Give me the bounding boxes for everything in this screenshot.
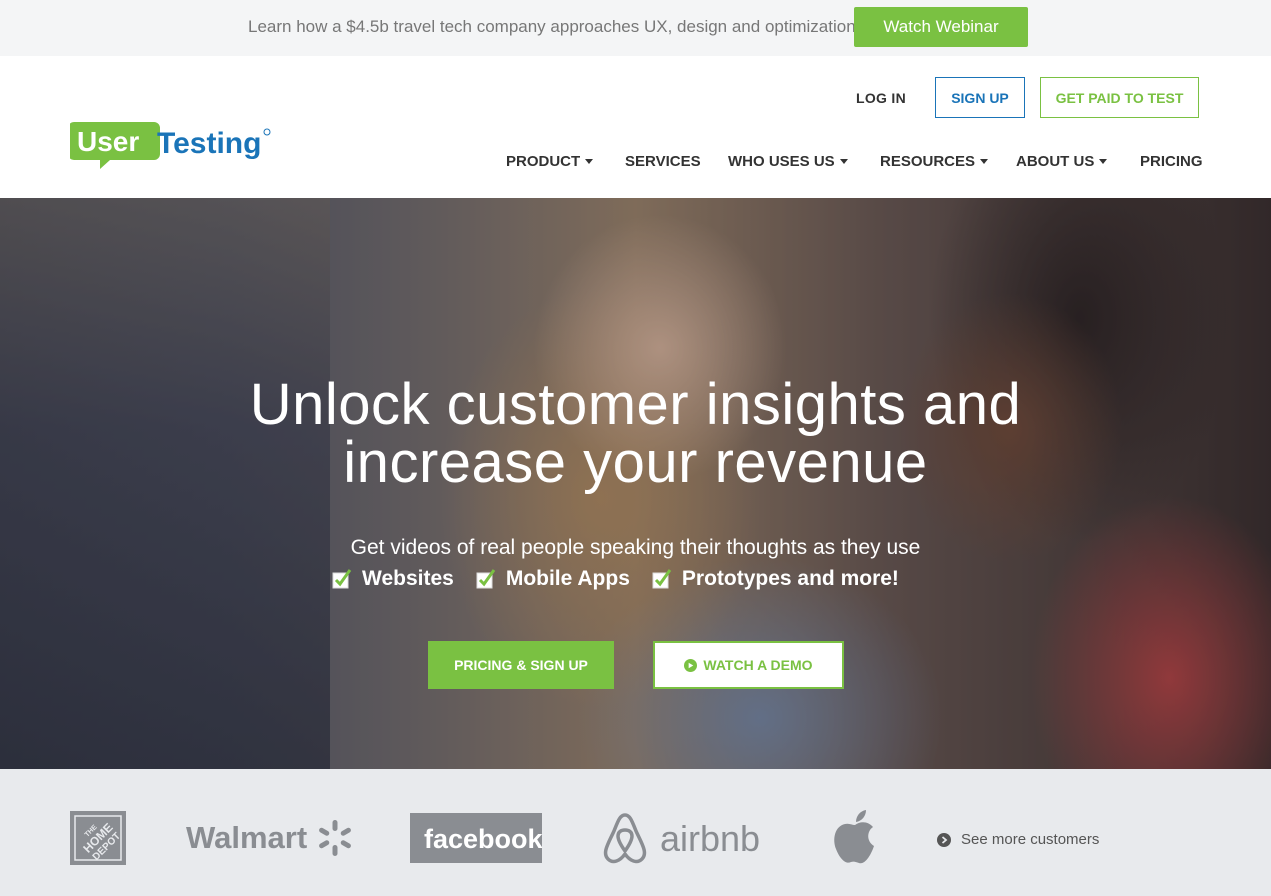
- check-icon: [652, 569, 672, 589]
- nav-pricing[interactable]: PRICING: [1140, 151, 1203, 171]
- caret-down-icon: [1099, 159, 1108, 164]
- airbnb-logo: airbnb: [603, 813, 760, 864]
- nav-about-us[interactable]: ABOUT US: [1016, 151, 1108, 171]
- feature-label: Websites: [362, 567, 454, 590]
- nav-label: PRICING: [1140, 152, 1203, 170]
- nav-label: ABOUT US: [1016, 152, 1095, 170]
- hero-feature-list: Websites Mobile Apps Prototypes and more…: [332, 564, 921, 594]
- nav-product[interactable]: PRODUCT: [506, 151, 594, 171]
- apple-logo: [834, 810, 874, 864]
- watch-webinar-button[interactable]: Watch Webinar: [854, 7, 1028, 47]
- apple-icon: [834, 810, 874, 864]
- svg-text:facebook: facebook: [424, 824, 542, 854]
- nav-label: SERVICES: [625, 152, 701, 170]
- nav-resources[interactable]: RESOURCES: [880, 151, 989, 171]
- svg-text:airbnb: airbnb: [660, 818, 760, 859]
- feature-websites: Websites: [332, 567, 454, 591]
- watch-demo-label: WATCH A DEMO: [703, 657, 813, 673]
- hero-subtitle: Get videos of real people speaking their…: [350, 536, 921, 559]
- watch-demo-button[interactable]: WATCH A DEMO: [653, 641, 844, 689]
- nav-label: WHO USES US: [728, 152, 835, 170]
- customers-strip: THE HOME DEPOT Walmart facebook airbnb S…: [0, 769, 1271, 896]
- nav-who-uses-us[interactable]: WHO USES US: [728, 151, 848, 171]
- signup-button[interactable]: SIGN UP: [935, 77, 1025, 118]
- announcement-bar: Learn how a $4.5b travel tech company ap…: [0, 0, 1271, 56]
- feature-label: Prototypes and more!: [681, 567, 899, 590]
- hero-title-line2: increase your revenue: [343, 430, 928, 495]
- see-more-customers-link[interactable]: See more customers: [937, 831, 1099, 848]
- check-icon: [476, 569, 496, 589]
- svg-text:User: User: [77, 126, 139, 157]
- announcement-text: Learn how a $4.5b travel tech company ap…: [248, 17, 856, 36]
- see-more-label: See more customers: [961, 831, 1100, 848]
- hero-section: Unlock customer insights and increase yo…: [0, 198, 1271, 769]
- facebook-logo: facebook: [410, 813, 542, 863]
- feature-label: Mobile Apps: [505, 567, 630, 590]
- check-icon: [332, 569, 352, 589]
- hero-title-line1: Unlock customer insights and: [249, 372, 1022, 437]
- feature-prototypes: Prototypes and more!: [652, 567, 899, 591]
- login-link[interactable]: LOG IN: [856, 90, 906, 106]
- site-header: User Testing LOG IN SIGN UP GET PAID TO …: [0, 56, 1271, 198]
- nav-label: PRODUCT: [506, 152, 581, 170]
- usertesting-logo[interactable]: User Testing: [70, 120, 275, 172]
- feature-mobile-apps: Mobile Apps: [476, 567, 630, 591]
- play-icon: [684, 658, 698, 672]
- nav-label: RESOURCES: [880, 152, 976, 170]
- pricing-signup-button[interactable]: PRICING & SIGN UP: [428, 641, 614, 689]
- svg-text:Testing: Testing: [157, 127, 261, 160]
- home-depot-logo: THE HOME DEPOT: [70, 811, 126, 865]
- hero-title: Unlock customer insights and increase yo…: [0, 376, 1271, 492]
- svg-text:Walmart: Walmart: [186, 820, 307, 855]
- airbnb-icon: [603, 813, 647, 864]
- caret-down-icon: [585, 159, 594, 164]
- get-paid-to-test-button[interactable]: GET PAID TO TEST: [1040, 77, 1199, 118]
- walmart-spark-icon: [319, 820, 351, 856]
- walmart-logo: Walmart: [186, 820, 351, 856]
- chevron-right-icon: [937, 832, 951, 847]
- caret-down-icon: [839, 159, 848, 164]
- caret-down-icon: [980, 159, 989, 164]
- nav-services[interactable]: SERVICES: [625, 151, 701, 171]
